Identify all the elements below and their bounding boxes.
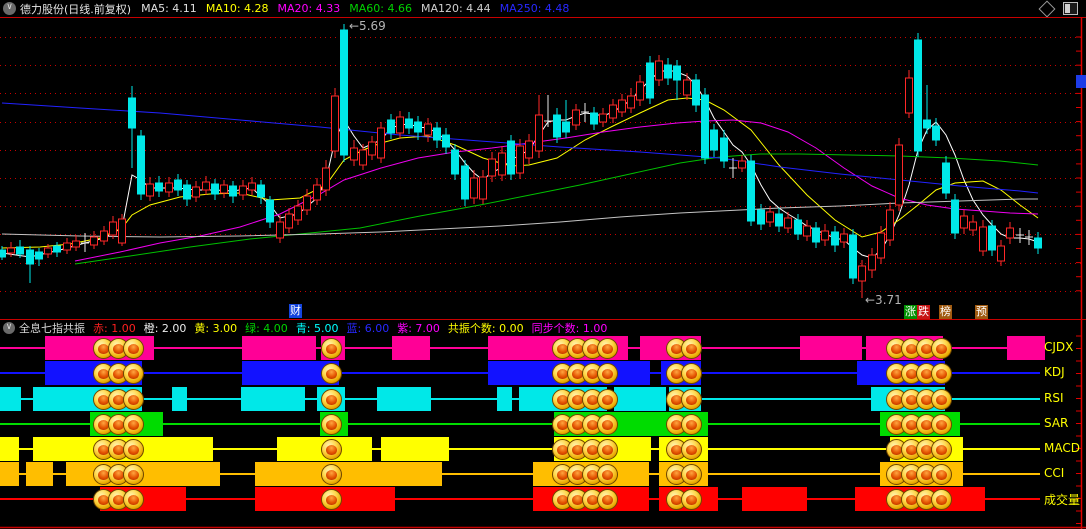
gold-coin-icon [931, 414, 952, 435]
gold-coin-icon [597, 414, 618, 435]
gold-coin-icon [321, 389, 342, 410]
gold-coin-icon [321, 489, 342, 510]
event-badge-跌[interactable]: 跌 [917, 305, 930, 319]
indicator-param: 橙: 2.00 [143, 322, 187, 335]
gold-coin-icon [681, 414, 702, 435]
gold-coin-icon [681, 363, 702, 384]
indicator-row-label-SAR[interactable]: SAR [1044, 416, 1068, 430]
low-price-annotation: ←3.71 [865, 293, 902, 307]
event-badge-榜[interactable]: 榜 [939, 305, 952, 319]
gold-coin-icon [597, 489, 618, 510]
gold-coin-icon [681, 464, 702, 485]
indicator-row-label-MACD[interactable]: MACD [1044, 441, 1080, 455]
gold-coin-icon [597, 389, 618, 410]
indicator-params: 赤: 1.00 橙: 2.00 黄: 3.00 绿: 4.00 青: 5.00 蓝: 6.… [93, 320, 615, 336]
gold-coin-icon [123, 439, 144, 460]
trading-app-window: ∨ 德力股份(日线.前复权) MA5: 4.11 MA10: 4.28 MA20: … [0, 0, 1086, 529]
gold-coin-icon [123, 363, 144, 384]
gold-coin-icon [123, 464, 144, 485]
indicator-param: 黄: 3.00 [194, 322, 238, 335]
gold-coin-icon [931, 439, 952, 460]
indicator-row-label-RSI[interactable]: RSI [1044, 391, 1064, 405]
gold-coin-icon [931, 363, 952, 384]
gold-coin-icon [681, 389, 702, 410]
gold-coin-icon [931, 464, 952, 485]
gold-coin-icon [321, 439, 342, 460]
indicator-row-label-CCI[interactable]: CCI [1044, 466, 1064, 480]
indicator-row-label-CJDX[interactable]: CJDX [1044, 340, 1073, 354]
gold-coin-icon [931, 489, 952, 510]
indicator-row-label-成交量[interactable]: 成交量 [1044, 491, 1080, 508]
gold-coin-icon [321, 464, 342, 485]
gold-coin-icon [681, 489, 702, 510]
gold-coin-icon [321, 414, 342, 435]
axis-price-tag [1076, 75, 1086, 88]
event-badge-财[interactable]: 财 [289, 304, 302, 318]
indicator-param: 同步个数: 1.00 [531, 322, 608, 335]
gold-coin-icon [597, 439, 618, 460]
high-price-annotation: ←5.69 [349, 19, 386, 33]
event-badge-预[interactable]: 预 [975, 305, 988, 319]
indicator-param: 蓝: 6.00 [346, 322, 390, 335]
indicator-name[interactable]: 全息七指共振 [19, 320, 85, 336]
gold-coin-icon [123, 414, 144, 435]
indicator-header: ∨ 全息七指共振 赤: 1.00 橙: 2.00 黄: 3.00 绿: 4.00 青: … [0, 319, 1086, 336]
gold-coin-icon [321, 363, 342, 384]
gold-coin-icon [681, 439, 702, 460]
indicator-param: 赤: 1.00 [93, 322, 136, 335]
gold-coin-icon [597, 464, 618, 485]
gold-coin-icon [931, 338, 952, 359]
event-badge-涨[interactable]: 涨 [904, 305, 917, 319]
gold-coin-icon [597, 363, 618, 384]
indicator-row-label-KDJ[interactable]: KDJ [1044, 365, 1065, 379]
gold-coin-icon [123, 338, 144, 359]
indicator-param: 紫: 7.00 [397, 322, 440, 335]
chevron-down-icon[interactable]: ∨ [3, 322, 15, 334]
gold-coin-icon [321, 338, 342, 359]
gold-coin-icon [123, 489, 144, 510]
gold-coin-icon [931, 389, 952, 410]
gold-coin-icon [597, 338, 618, 359]
gold-coin-icon [681, 338, 702, 359]
indicator-param: 青: 5.00 [295, 322, 339, 335]
gold-coin-icon [123, 389, 144, 410]
indicator-param: 共振个数: 0.00 [447, 322, 524, 335]
indicator-param: 绿: 4.00 [245, 322, 288, 335]
